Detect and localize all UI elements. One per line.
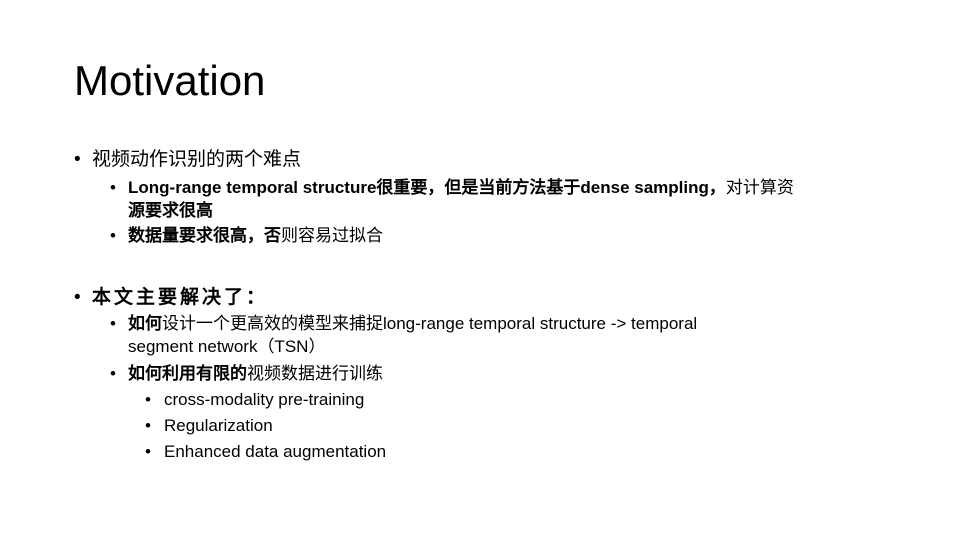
list-item-continuation: 源要求很高 [128,201,213,220]
list-item: 如何设计一个更高效的模型来捕捉long-range temporal struc… [128,313,697,335]
list-item-bold-text: 数据量要求很高，否 [128,226,281,245]
sub-list-item: Enhanced data augmentation [164,442,387,461]
bullet-icon: • [110,178,116,197]
list-item-text: 设计一个更高效的模型来捕捉 [162,314,383,333]
list-item: Long-range temporal structure很重要，但是当前方法基… [128,177,794,199]
bullet-icon: • [74,149,81,170]
list-item-text: 则容易过拟合 [281,226,383,245]
list-item-continuation: segment network（TSN） [128,337,326,356]
sub-list-item: Regularization [164,416,273,435]
list-item-bold-text: 如何利用有限的 [128,364,247,383]
section-heading: 视频动作识别的两个难点 [92,149,302,170]
list-item-bold-text: 如何 [128,314,162,333]
bullet-icon: • [110,364,116,383]
list-item-text: 视频数据进行训练 [247,364,383,383]
bullet-icon: • [145,416,151,435]
list-item-text: long-range temporal structure -> tempora… [383,314,698,333]
bullet-icon: • [145,442,151,461]
sub-list-item: cross-modality pre-training [164,390,365,409]
list-item-text: 对计算资 [725,178,794,197]
section-heading: 本文主要解决了： [92,287,269,308]
slide-title: Motivation [74,57,266,104]
list-item-bold-text: Long-range temporal structure很重要，但是当前方法基… [128,178,726,197]
bullet-icon: • [145,390,151,409]
list-item: 如何利用有限的视频数据进行训练 [128,363,383,385]
bullet-icon: • [74,287,81,308]
bullet-icon: • [110,226,116,245]
list-item: 数据量要求很高，否则容易过拟合 [128,225,383,247]
bullet-icon: • [110,314,116,333]
